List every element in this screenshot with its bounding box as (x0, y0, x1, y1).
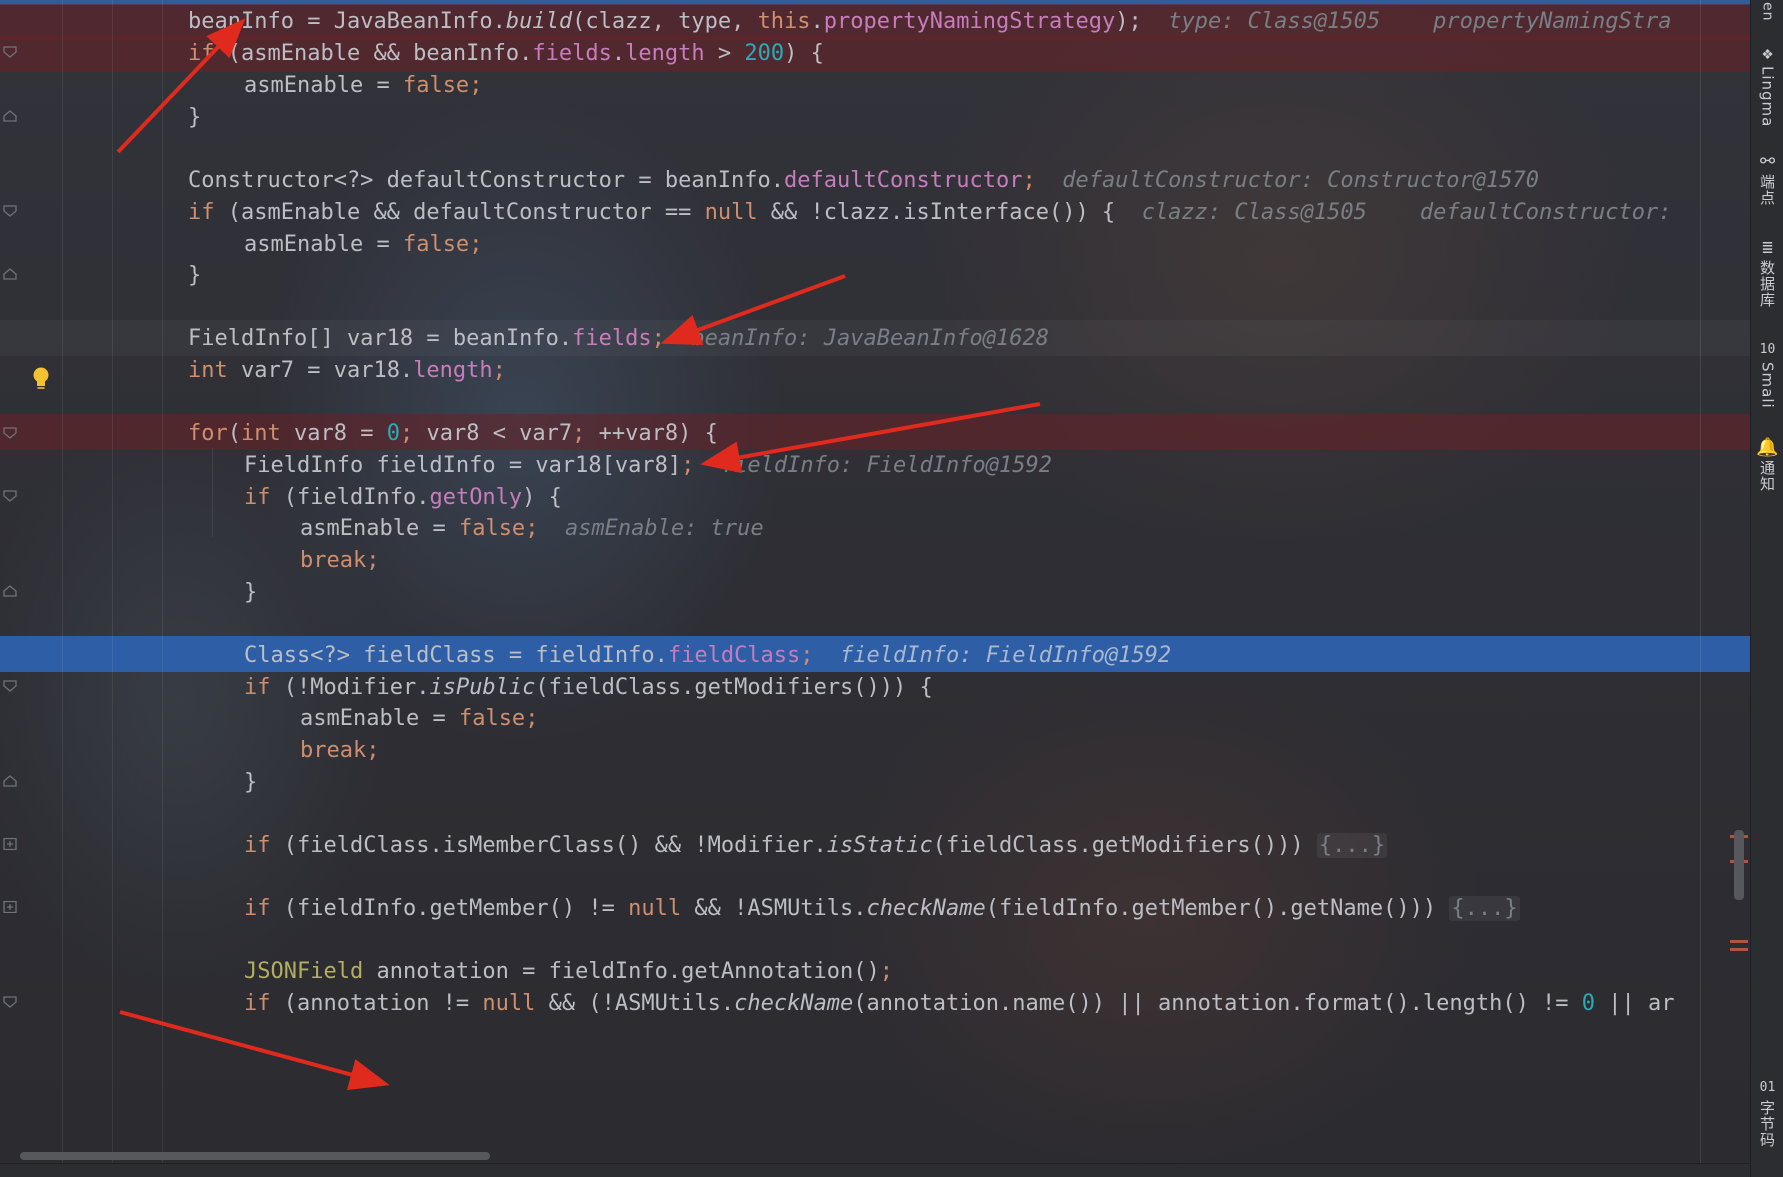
tool-button-notifications[interactable]: 🔔 通知 (1751, 437, 1783, 493)
bytecode-icon: 01 (1759, 1080, 1776, 1095)
horizontal-scrollbar-thumb[interactable] (20, 1152, 490, 1160)
tool-label: Smali (1758, 362, 1777, 409)
database-icon: ≣ (1762, 237, 1773, 258)
tool-label: 通知 (1758, 460, 1776, 492)
annotation-arrows (116, 18, 1041, 1091)
endpoints-icon: ⚯ (1759, 151, 1776, 172)
code-editor[interactable]: beanInfo = JavaBeanInfo.build(clazz, typ… (0, 0, 1750, 1177)
red-arrow (116, 18, 246, 154)
error-stripe-marker[interactable] (1730, 940, 1748, 943)
red-arrow (119, 1010, 390, 1091)
tool-button-smali[interactable]: 10 Smali (1751, 340, 1783, 409)
error-stripe-marker[interactable] (1730, 948, 1748, 951)
tool-label: 字节码 (1758, 1100, 1776, 1148)
red-arrow (660, 274, 846, 345)
tool-label: Lingma (1758, 66, 1777, 128)
vertical-scrollbar-thumb[interactable] (1734, 830, 1744, 900)
tool-button-bytecode[interactable]: 01 字节码 (1751, 1078, 1783, 1148)
notifications-icon: 🔔 (1756, 437, 1779, 458)
tool-window-bar: en ❖ Lingma ⚯ 端点 ≣ 数据库 10 Smali 🔔 通知 01 … (1750, 0, 1783, 1177)
status-bar (0, 1163, 1750, 1177)
tool-button-lingma[interactable]: ❖ Lingma (1751, 43, 1783, 128)
smali-icon: 10 (1759, 342, 1776, 357)
lingma-icon: ❖ (1762, 43, 1773, 64)
top-fragment-label: en (1759, 2, 1776, 22)
tool-label: 端点 (1758, 174, 1776, 206)
tool-button-database[interactable]: ≣ 数据库 (1751, 237, 1783, 309)
tool-label: 数据库 (1758, 260, 1776, 308)
red-arrow (700, 402, 1041, 474)
tool-button-endpoints[interactable]: ⚯ 端点 (1751, 151, 1783, 207)
